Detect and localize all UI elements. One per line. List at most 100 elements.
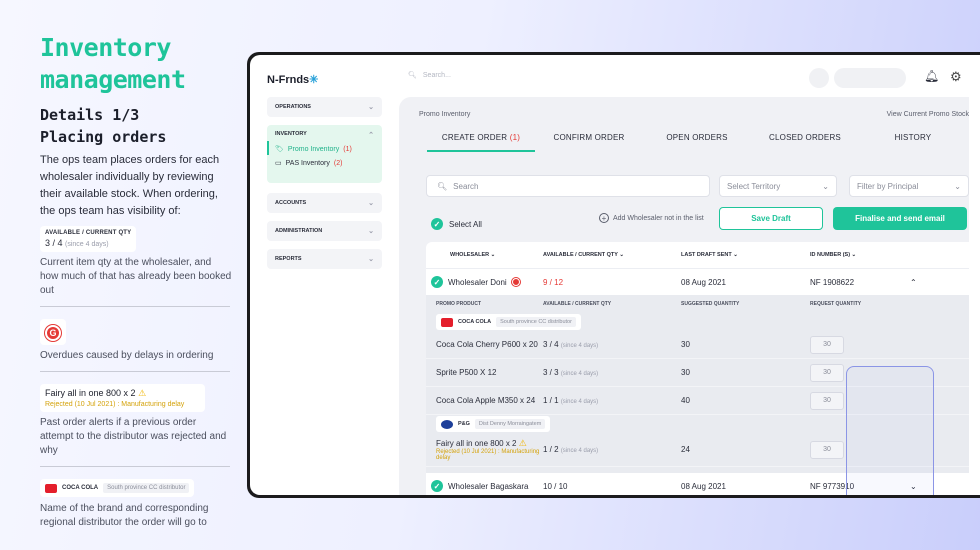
table-header: WHOLESALER ⌄ AVAILABLE / CURRENT QTY ⌄ L… xyxy=(426,242,969,269)
device-frame: N-Frnds✳ 🔍︎ Search... 🔔︎ ⚙︎ OPERATIONS ⌄ I… xyxy=(247,52,980,498)
sidebar-item-reports[interactable]: REPORTS ⌄ xyxy=(267,249,382,269)
search-icon: 🔍︎ xyxy=(408,72,417,79)
principal-filter[interactable]: Filter by Principal ⌄ xyxy=(849,175,969,197)
box-icon: ▭ xyxy=(275,160,282,167)
save-draft-button[interactable]: Save Draft xyxy=(719,207,823,230)
sidebar-item-operations[interactable]: OPERATIONS ⌄ xyxy=(267,97,382,117)
divider xyxy=(40,371,230,372)
chevron-down-icon: ⌄ xyxy=(368,200,374,207)
alert-title: Fairy all in one 800 x 2 ⚠ xyxy=(45,388,200,399)
request-qty-input[interactable]: 30 xyxy=(810,335,844,354)
search-input[interactable]: 🔍︎ Search xyxy=(426,175,710,197)
col-last-draft[interactable]: LAST DRAFT SENT ⌄ xyxy=(681,252,810,258)
tab-history[interactable]: HISTORY xyxy=(859,133,967,152)
distributor-name: South province CC distributor xyxy=(103,483,190,493)
row-date: 08 Aug 2021 xyxy=(681,277,726,287)
table-row[interactable]: ✓ Wholesaler Doni 9 / 12 08 Aug 2021 NF 1… xyxy=(426,269,969,295)
qty-label: AVAILABLE / CURRENT QTY xyxy=(45,230,132,236)
rejected-note: Rejected (10 Jul 2021) : Manufacturing d… xyxy=(436,449,540,461)
qty-value: 3 / 4 (since 4 days) xyxy=(45,238,131,248)
overdue-icon xyxy=(511,278,520,286)
brand-example-card: COCA COLA South province CC distributor xyxy=(40,479,195,497)
chevron-down-icon: ⌄ xyxy=(368,104,374,111)
col-wholesaler[interactable]: WHOLESALER ⌄ xyxy=(426,252,543,258)
request-qty-input[interactable]: 30 xyxy=(810,391,844,410)
intro-text: The ops team places orders for each whol… xyxy=(40,154,220,217)
overdue-example-card: G xyxy=(40,319,66,345)
logo-text: N-Frnds xyxy=(267,74,310,86)
bell-icon[interactable]: 🔔︎ xyxy=(924,69,939,83)
details-subtitle: Details 1/3 xyxy=(40,106,140,124)
check-icon: ✓ xyxy=(431,218,443,230)
product-row: Coca Cola Cherry P600 x 20 3 / 4 (since … xyxy=(426,331,969,359)
tab-confirm-order[interactable]: CONFIRM ORDER xyxy=(535,133,643,152)
tab-create-order[interactable]: CREATE ORDER (1) xyxy=(427,133,535,152)
alert-description: Past order alerts if a previous order at… xyxy=(40,417,227,456)
qty-description: Current item qty at the wholesaler, and … xyxy=(40,257,232,296)
avatar[interactable] xyxy=(809,68,829,88)
chevron-down-icon: ⌄ xyxy=(822,181,829,191)
sidebar-item-accounts[interactable]: ACCOUNTS ⌄ xyxy=(267,193,382,213)
search-placeholder: Search... xyxy=(422,71,451,79)
tab-closed-orders[interactable]: CLOSED ORDERS xyxy=(751,133,859,152)
app-screen: N-Frnds✳ 🔍︎ Search... 🔔︎ ⚙︎ OPERATIONS ⌄ I… xyxy=(250,55,980,495)
qty-example-card: AVAILABLE / CURRENT QTY 3 / 4 (since 4 d… xyxy=(40,226,137,252)
qty-number: 3 / 4 xyxy=(45,238,63,248)
check-icon: ✓ xyxy=(431,276,443,288)
sidebar-item-administration[interactable]: ADMINISTRATION ⌄ xyxy=(267,221,382,241)
request-qty-input[interactable]: 30 xyxy=(810,440,844,459)
overdue-description: Overdues caused by delays in ordering xyxy=(40,350,214,361)
sidebar-group-inventory: INVENTORY ⌃ 🏷︎ Promo Inventory (1) ▭ PAS Inv… xyxy=(267,125,382,183)
product-subtable: PROMO PRODUCT AVAILABLE / CURRENT QTY SU… xyxy=(426,295,969,495)
finalise-button[interactable]: Finalise and send email xyxy=(833,207,967,230)
chevron-up-icon[interactable]: ⌃ xyxy=(910,278,917,287)
section-subtitle: Placing orders xyxy=(40,128,167,146)
global-search[interactable]: 🔍︎ Search... xyxy=(408,71,451,80)
subtable-header: PROMO PRODUCT AVAILABLE / CURRENT QTY SU… xyxy=(436,301,862,307)
brand-name: COCA COLA xyxy=(62,485,99,491)
check-icon: ✓ xyxy=(431,480,443,492)
chevron-down-icon: ⌄ xyxy=(368,228,374,235)
col-id[interactable]: ID NUMBER (S) ⌄ xyxy=(810,252,910,258)
alert-reason: Rejected (10 Jul 2021) : Manufacturing d… xyxy=(45,401,185,408)
row-date: 08 Aug 2021 xyxy=(681,481,726,491)
tag-icon: 🏷︎ xyxy=(275,146,284,153)
search-icon: 🔍︎ xyxy=(437,181,448,191)
chevron-down-icon: ⌄ xyxy=(954,181,961,191)
coca-cola-logo-icon xyxy=(441,317,453,327)
col-available[interactable]: AVAILABLE / CURRENT QTY ⌄ xyxy=(543,252,681,258)
divider xyxy=(40,466,230,467)
wholesaler-table: WHOLESALER ⌄ AVAILABLE / CURRENT QTY ⌄ L… xyxy=(426,242,969,495)
alert-example-card: Fairy all in one 800 x 2 ⚠ Rejected (10 … xyxy=(40,384,205,412)
wholesaler-name: Wholesaler Bagaskara xyxy=(448,481,529,491)
tab-open-orders[interactable]: OPEN ORDERS xyxy=(643,133,751,152)
brand-group-header: COCA COLA South province CC distributor xyxy=(426,313,969,331)
sidebar: OPERATIONS ⌄ INVENTORY ⌃ 🏷︎ Promo Inventory… xyxy=(267,97,382,277)
view-stock-link[interactable]: View Current Promo Stock xyxy=(887,111,969,118)
breadcrumb[interactable]: Promo Inventory xyxy=(419,111,470,118)
qty-since: (since 4 days) xyxy=(65,241,109,248)
row-qty: 9 / 12 xyxy=(543,277,564,287)
user-menu[interactable] xyxy=(834,68,906,88)
gear-icon[interactable]: ⚙︎ xyxy=(950,69,962,85)
pg-logo-icon xyxy=(441,419,453,429)
warning-icon: ⚠ xyxy=(138,388,147,398)
select-all-checkbox[interactable]: ✓ Select All xyxy=(431,218,482,230)
active-indicator xyxy=(267,141,269,155)
brand-description: Name of the brand and corresponding regi… xyxy=(40,502,209,528)
order-tabs: CREATE ORDER (1) CONFIRM ORDER OPEN ORDE… xyxy=(427,133,967,152)
sidebar-item-promo-inventory[interactable]: 🏷︎ Promo Inventory (1) xyxy=(275,145,374,154)
coca-cola-logo-icon xyxy=(45,483,57,493)
hero-title: Inventory management xyxy=(40,33,186,94)
request-qty-input[interactable]: 30 xyxy=(810,363,844,382)
overdue-icon: G xyxy=(45,325,61,341)
territory-select[interactable]: Select Territory ⌄ xyxy=(719,175,837,197)
sidebar-item-pas-inventory[interactable]: ▭ PAS Inventory (2) xyxy=(275,159,374,168)
app-logo[interactable]: N-Frnds✳ xyxy=(267,73,318,86)
explanation-panel: Inventory management Details 1/3 Placing… xyxy=(40,32,232,530)
add-wholesaler-button[interactable]: + Add Wholesaler not in the list xyxy=(599,213,704,223)
request-qty-highlight xyxy=(846,366,934,495)
wholesaler-name: Wholesaler Doni xyxy=(448,277,507,287)
sidebar-item-inventory[interactable]: INVENTORY ⌃ xyxy=(275,131,374,139)
divider xyxy=(40,306,230,307)
